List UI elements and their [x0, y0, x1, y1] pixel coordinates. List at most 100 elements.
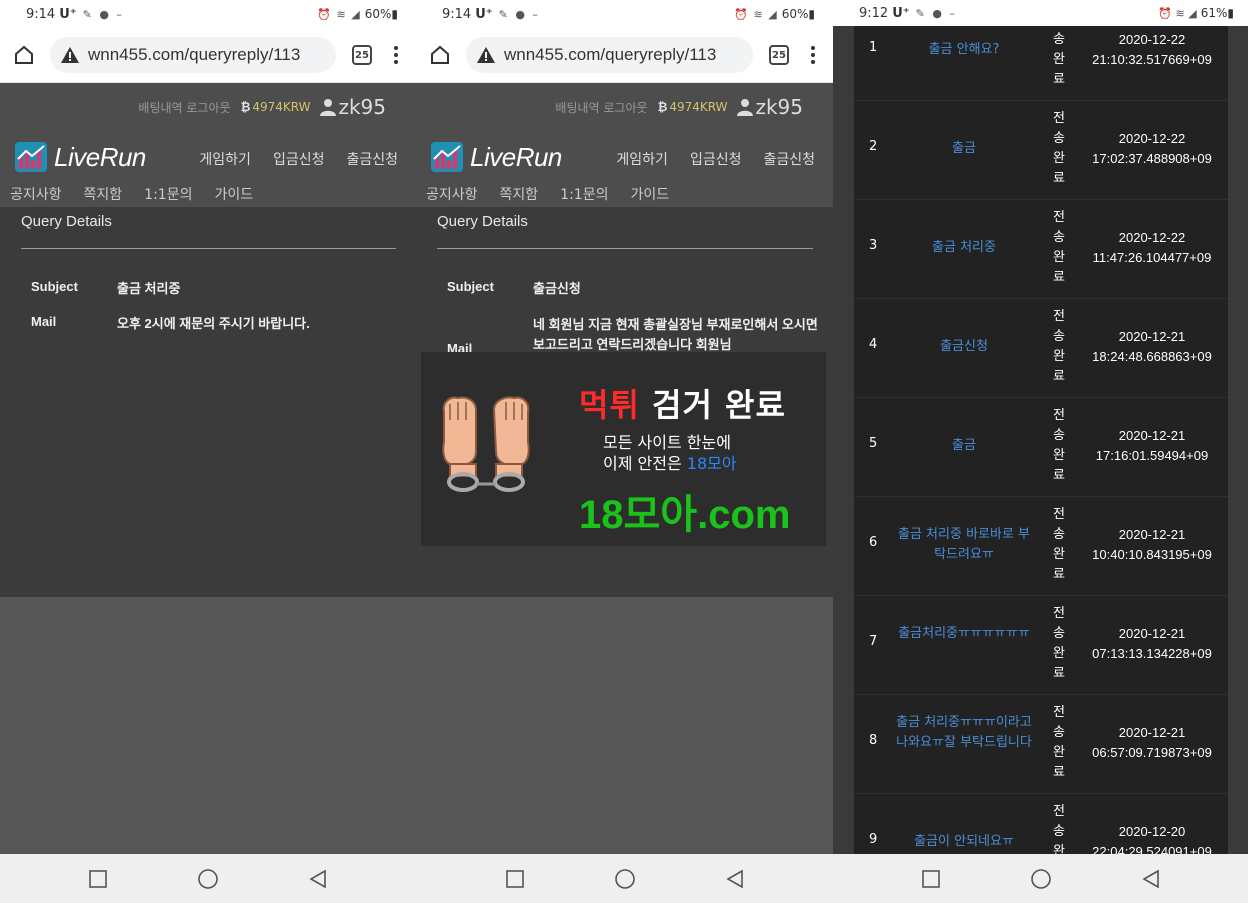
nav-game[interactable]: 게임하기: [616, 149, 668, 169]
android-nav-bar: [416, 854, 833, 903]
notification-icons: ✎ ● –: [82, 7, 124, 21]
home-circle-icon[interactable]: [614, 868, 636, 890]
overflow-menu-icon[interactable]: [803, 46, 823, 64]
user-badge[interactable]: zk95: [737, 95, 803, 119]
row-title-link[interactable]: 출금 처리중 바로바로 부탁드려요ㅠ: [896, 525, 1032, 565]
table-row[interactable]: 8 출금 처리중ㅠㅠㅠ이라고 나와요ㅠ잘 부탁드립니다 전송완료 2020-12-21…: [854, 695, 1228, 794]
row-title-link[interactable]: 출금처리중ㅠㅠㅠㅠㅠㅠ: [896, 624, 1032, 644]
nav-notice[interactable]: 공지사항: [10, 184, 62, 204]
home-icon[interactable]: [10, 41, 38, 69]
row-title-link[interactable]: 출금이 안되네요ㅠ: [896, 832, 1032, 852]
nav-deposit[interactable]: 입금신청: [690, 149, 742, 169]
row-title-link[interactable]: 출금신청: [896, 337, 1032, 357]
nav-game[interactable]: 게임하기: [199, 149, 251, 169]
nav-messages[interactable]: 쪽지함: [500, 184, 539, 204]
nav-withdraw[interactable]: 출금신청: [346, 149, 398, 169]
table-row[interactable]: 4 출금신청 전송완료 2020-12-21 18:24:48.668863+09: [854, 299, 1228, 398]
sub-nav: 공지사항 쪽지함 1:1문의 가이드: [426, 184, 669, 204]
row-datetime: 2020-12-22 21:10:32.517669+09: [1080, 30, 1224, 70]
row-title-link[interactable]: 출금 처리중ㅠㅠㅠ이라고 나와요ㅠ잘 부탁드립니다: [896, 713, 1032, 753]
top-links[interactable]: 배팅내역 로그아웃: [138, 99, 230, 116]
site-logo[interactable]: LiveRun: [430, 141, 562, 173]
row-datetime: 2020-12-21 07:13:13.134228+09: [1080, 624, 1224, 664]
row-datetime: 2020-12-21 10:40:10.843195+09: [1080, 525, 1224, 565]
nav-withdraw[interactable]: 출금신청: [763, 149, 815, 169]
row-title-link[interactable]: 출금 안해요?: [896, 40, 1032, 60]
table-row[interactable]: 1 출금 안해요? 전송완료 2020-12-22 21:10:32.517669+09: [854, 26, 1228, 101]
recents-icon[interactable]: [504, 868, 526, 890]
inquiry-table: 1 출금 안해요? 전송완료 2020-12-22 21:10:32.517669+09…: [854, 26, 1228, 855]
main-nav: 게임하기 입금신청 출금신청: [616, 149, 815, 169]
logo-chart-icon: [431, 142, 463, 172]
alarm-wifi-signal-icons: ⏰ ≋ ◢: [317, 7, 361, 21]
row-title-link[interactable]: 출금: [896, 139, 1032, 159]
home-icon[interactable]: [426, 41, 454, 69]
overflow-menu-icon[interactable]: [386, 46, 406, 64]
home-circle-icon[interactable]: [1030, 868, 1052, 890]
coin-icon: ₿: [240, 100, 251, 114]
table-row[interactable]: 7 출금처리중ㅠㅠㅠㅠㅠㅠ 전송완료 2020-12-21 07:13:13.13422…: [854, 596, 1228, 695]
nav-notice[interactable]: 공지사항: [426, 184, 478, 204]
warning-icon: [61, 47, 79, 63]
mail-value: 네 회원님 지금 현재 총괄실장님 부재로인해서 오시면 보고드리고 연락드리겠…: [533, 317, 818, 352]
recents-icon[interactable]: [87, 868, 109, 890]
nav-inquiry[interactable]: 1:1문의: [560, 184, 608, 204]
user-badge[interactable]: zk95: [320, 95, 386, 119]
android-nav-bar: [0, 854, 416, 903]
row-title-link[interactable]: 출금: [896, 436, 1032, 456]
subject-value: 출금신청: [533, 281, 581, 296]
row-number: 8: [869, 733, 878, 748]
panel-title: Query Details: [437, 213, 528, 230]
nav-guide[interactable]: 가이드: [630, 184, 669, 204]
battery-icon: ▮: [1227, 6, 1234, 20]
row-datetime: 2020-12-21 06:57:09.719873+09: [1080, 723, 1224, 763]
table-row[interactable]: 9 출금이 안되네요ㅠ 전송완료 2020-12-2022:04:29.524091+…: [854, 794, 1228, 855]
table-row[interactable]: 6 출금 처리중 바로바로 부탁드려요ㅠ 전송완료 2020-12-21 10:40:1…: [854, 497, 1228, 596]
nav-inquiry[interactable]: 1:1문의: [144, 184, 192, 204]
top-links[interactable]: 배팅내역 로그아웃: [555, 99, 647, 116]
phone-3: 9:12 U⁺ ✎ ● – ⏰ ≋ ◢ 61% ▮ 1출금 안해요?전송완료20…: [833, 0, 1248, 903]
url-text: wnn455.com/queryreply/113: [88, 45, 301, 64]
site-logo[interactable]: LiveRun: [14, 141, 146, 173]
row-date: 2020-12-22: [1118, 32, 1186, 47]
status-bar: 9:14 U⁺ ✎ ● – ⏰ ≋ ◢ 60% ▮: [416, 0, 833, 28]
coin-icon: ₿: [657, 100, 668, 114]
balance-value: 4974KRW: [669, 100, 728, 114]
row-number: 2: [869, 139, 878, 154]
row-datetime: 2020-12-21 18:24:48.668863+09: [1080, 327, 1224, 367]
back-icon[interactable]: [724, 868, 746, 890]
home-circle-icon[interactable]: [197, 868, 219, 890]
nav-deposit[interactable]: 입금신청: [273, 149, 325, 169]
user-icon: [737, 99, 754, 116]
android-nav-bar: [833, 854, 1248, 903]
tabs-icon[interactable]: 25: [352, 45, 372, 65]
logo-text: LiveRun: [54, 141, 146, 172]
username: zk95: [755, 95, 803, 119]
ad-banner[interactable]: 먹튀 검거 완료 모든 사이트 한눈에 이제 안전은 18모아 18모아.com: [421, 352, 826, 546]
back-icon[interactable]: [1140, 868, 1162, 890]
row-date: 2020-12-22: [1118, 230, 1186, 245]
table-row[interactable]: 5 출금 전송완료 2020-12-21 17:16:01.59494+09: [854, 398, 1228, 497]
nav-messages[interactable]: 쪽지함: [84, 184, 123, 204]
battery-level: 60%: [781, 7, 809, 21]
nav-guide[interactable]: 가이드: [214, 184, 253, 204]
url-bar[interactable]: wnn455.com/queryreply/113: [466, 37, 753, 73]
row-number: 3: [869, 238, 878, 253]
status-time: 9:14: [442, 6, 472, 22]
row-time: 06:57:09.719873+09: [1092, 745, 1212, 760]
back-icon[interactable]: [307, 868, 329, 890]
ad-title-red: 먹튀: [579, 386, 640, 424]
table-row[interactable]: 3 출금 처리중 전송완료 2020-12-22 11:47:26.104477+09: [854, 200, 1228, 299]
row-title-link[interactable]: 출금 처리중: [896, 238, 1032, 258]
battery-level: 61%: [1200, 6, 1228, 20]
recents-icon[interactable]: [920, 868, 942, 890]
row-time: 07:13:13.134228+09: [1092, 646, 1212, 661]
url-text: wnn455.com/queryreply/113: [504, 45, 717, 64]
tabs-icon[interactable]: 25: [769, 45, 789, 65]
ad-line-2: 이제 안전은 18모아: [603, 453, 737, 474]
site-header: 배팅내역 로그아웃 ₿ 4974KRW zk95 LiveRun 게임하기 입금신…: [416, 83, 833, 207]
alarm-wifi-signal-icons: ⏰ ≋ ◢: [734, 7, 778, 21]
table-row[interactable]: 2 출금 전송완료 2020-12-22 17:02:37.488908+09: [854, 101, 1228, 200]
url-bar[interactable]: wnn455.com/queryreply/113: [50, 37, 336, 73]
row-datetime: 2020-12-22 17:02:37.488908+09: [1080, 129, 1224, 169]
